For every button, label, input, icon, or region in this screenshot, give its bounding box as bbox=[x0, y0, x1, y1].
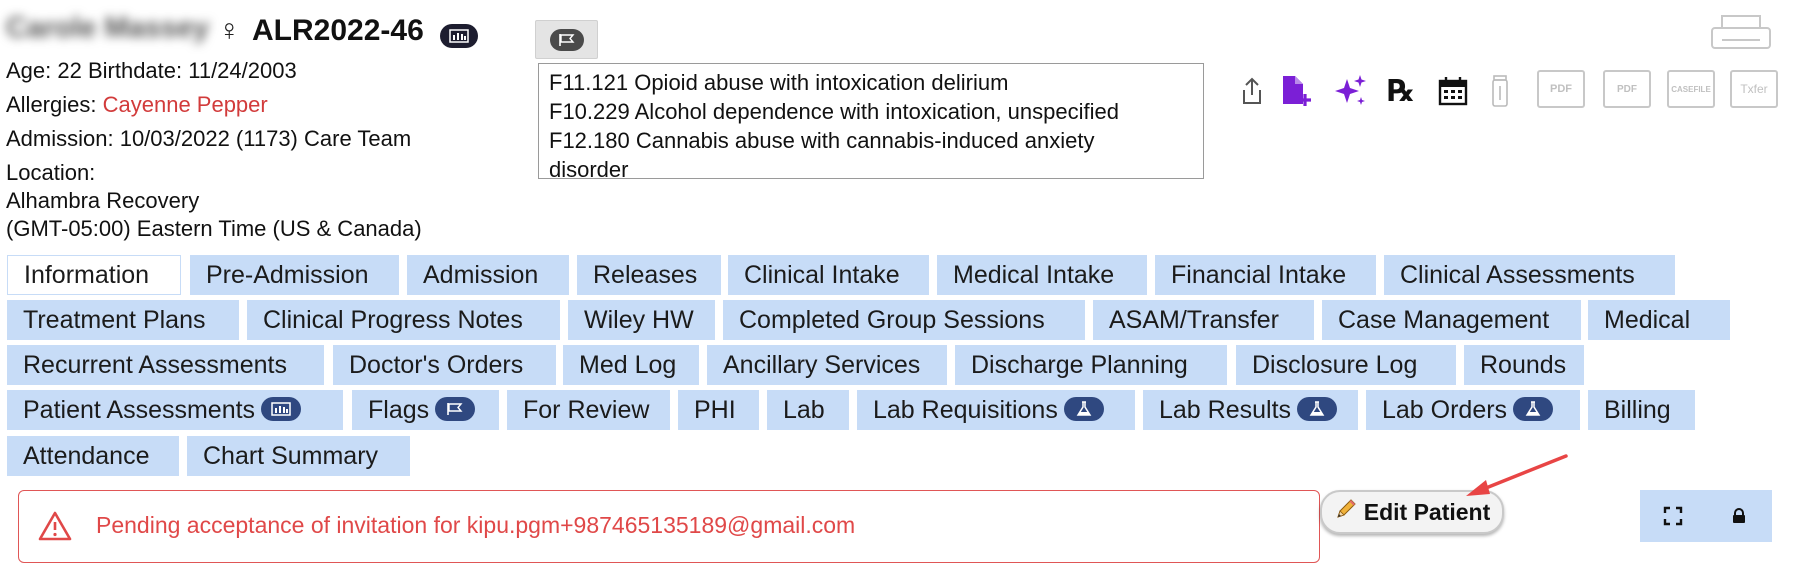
allergies-row: Allergies: Cayenne Pepper bbox=[6, 92, 268, 118]
transfer-icon[interactable]: Txfer bbox=[1730, 70, 1778, 108]
tab-clinical-assessments[interactable]: Clinical Assessments bbox=[1384, 255, 1675, 295]
location-label: Location: bbox=[6, 160, 96, 185]
expand-icon[interactable] bbox=[1640, 490, 1706, 542]
tab-discharge-planning[interactable]: Discharge Planning bbox=[955, 345, 1227, 385]
tab-medical-intake[interactable]: Medical Intake bbox=[937, 255, 1147, 295]
tab-rounds[interactable]: Rounds bbox=[1464, 345, 1584, 385]
tab-med-log[interactable]: Med Log bbox=[563, 345, 699, 385]
flask-icon bbox=[1063, 397, 1104, 422]
tab-lab-results[interactable]: Lab Results bbox=[1143, 390, 1358, 430]
patient-id: ALR2022-46 bbox=[252, 14, 424, 47]
tab-completed-group-sessions[interactable]: Completed Group Sessions bbox=[723, 300, 1085, 340]
tab-treatment-plans[interactable]: Treatment Plans bbox=[7, 300, 239, 340]
tab-information[interactable]: Information bbox=[7, 255, 181, 295]
calendar-icon[interactable] bbox=[1436, 70, 1470, 112]
pdf-stack-icon[interactable]: PDF bbox=[1603, 70, 1651, 108]
timezone: (GMT-05:00) Eastern Time (US & Canada) bbox=[6, 216, 422, 241]
pdf-icon[interactable]: PDF bbox=[1537, 70, 1585, 108]
prescription-icon[interactable]: ℞ bbox=[1384, 70, 1418, 112]
tab-clinical-intake[interactable]: Clinical Intake bbox=[728, 255, 929, 295]
tab-chart-summary[interactable]: Chart Summary bbox=[187, 436, 410, 476]
allergies-value: Cayenne Pepper bbox=[102, 92, 268, 117]
casefile-icon[interactable]: CASEFILE bbox=[1667, 70, 1715, 108]
bar-chart-icon bbox=[261, 397, 302, 422]
add-document-icon[interactable] bbox=[1278, 70, 1314, 112]
tab-financial-intake[interactable]: Financial Intake bbox=[1155, 255, 1376, 295]
sparkle-icon[interactable] bbox=[1330, 70, 1370, 112]
tab-lab[interactable]: Lab bbox=[767, 390, 849, 430]
age-birthdate: Age: 22 Birthdate: 11/24/2003 bbox=[6, 58, 297, 83]
annotation-arrow bbox=[1466, 454, 1568, 496]
flag-button[interactable] bbox=[535, 20, 598, 59]
tab-label: Lab Requisitions bbox=[873, 396, 1058, 424]
tab-label: Lab Orders bbox=[1382, 396, 1508, 424]
tab-label: Flags bbox=[368, 396, 430, 424]
diagnosis-line: F12.180 Cannabis abuse with cannabis-ind… bbox=[549, 128, 1095, 153]
diagnosis-line: disorder bbox=[549, 157, 629, 182]
diagnosis-line: F10.229 Alcohol dependence with intoxica… bbox=[549, 99, 1119, 124]
gender-female-icon: ♀ bbox=[218, 14, 241, 47]
pencil-icon bbox=[1334, 497, 1358, 527]
flask-icon bbox=[1513, 397, 1554, 422]
diagnosis-line: F11.121 Opioid abuse with intoxication d… bbox=[549, 70, 1009, 95]
lock-icon[interactable] bbox=[1706, 490, 1772, 542]
tab-label: Patient Assessments bbox=[23, 396, 256, 424]
tab-flags[interactable]: Flags bbox=[352, 390, 499, 430]
flag-icon bbox=[435, 397, 476, 422]
printer-icon[interactable] bbox=[1710, 14, 1772, 52]
tab-releases[interactable]: Releases bbox=[577, 255, 721, 295]
warning-icon bbox=[38, 511, 72, 541]
tab-billing[interactable]: Billing bbox=[1588, 390, 1695, 430]
tab-doctors-orders[interactable]: Doctor's Orders bbox=[333, 345, 556, 385]
tab-disclosure-log[interactable]: Disclosure Log bbox=[1236, 345, 1456, 385]
diagnoses-box: F11.121 Opioid abuse with intoxication d… bbox=[538, 63, 1204, 182]
tab-asam-transfer[interactable]: ASAM/Transfer bbox=[1093, 300, 1314, 340]
tab-pre-admission[interactable]: Pre-Admission bbox=[190, 255, 399, 295]
tab-phi[interactable]: PHI bbox=[678, 390, 759, 430]
allergies-label: Allergies: bbox=[6, 92, 97, 117]
flask-icon bbox=[1297, 397, 1338, 422]
tab-wiley-hw[interactable]: Wiley HW bbox=[568, 300, 715, 340]
tab-patient-assessments[interactable]: Patient Assessments bbox=[7, 390, 343, 430]
bottle-icon[interactable] bbox=[1488, 70, 1512, 112]
tab-lab-orders[interactable]: Lab Orders bbox=[1366, 390, 1580, 430]
tab-ancillary-services[interactable]: Ancillary Services bbox=[707, 345, 947, 385]
tab-label: Lab Results bbox=[1159, 396, 1292, 424]
flag-icon bbox=[549, 28, 584, 51]
patient-name: Carole Massey bbox=[6, 12, 210, 44]
admission-line: Admission: 10/03/2022 (1173) Care Team bbox=[6, 126, 412, 151]
location-value: Alhambra Recovery bbox=[6, 188, 200, 213]
tab-lab-requisitions[interactable]: Lab Requisitions bbox=[857, 390, 1135, 430]
tab-case-management[interactable]: Case Management bbox=[1322, 300, 1581, 340]
tab-attendance[interactable]: Attendance bbox=[7, 436, 179, 476]
share-icon[interactable] bbox=[1238, 70, 1266, 112]
bar-chart-icon[interactable] bbox=[440, 24, 478, 48]
alert-message: Pending acceptance of invitation for kip… bbox=[96, 512, 856, 538]
tab-medical[interactable]: Medical bbox=[1588, 300, 1730, 340]
tab-admission[interactable]: Admission bbox=[407, 255, 569, 295]
tab-clinical-progress-notes[interactable]: Clinical Progress Notes bbox=[247, 300, 560, 340]
edit-patient-label: Edit Patient bbox=[1363, 498, 1491, 525]
tab-recurrent-assessments[interactable]: Recurrent Assessments bbox=[7, 345, 324, 385]
tab-for-review[interactable]: For Review bbox=[507, 390, 670, 430]
